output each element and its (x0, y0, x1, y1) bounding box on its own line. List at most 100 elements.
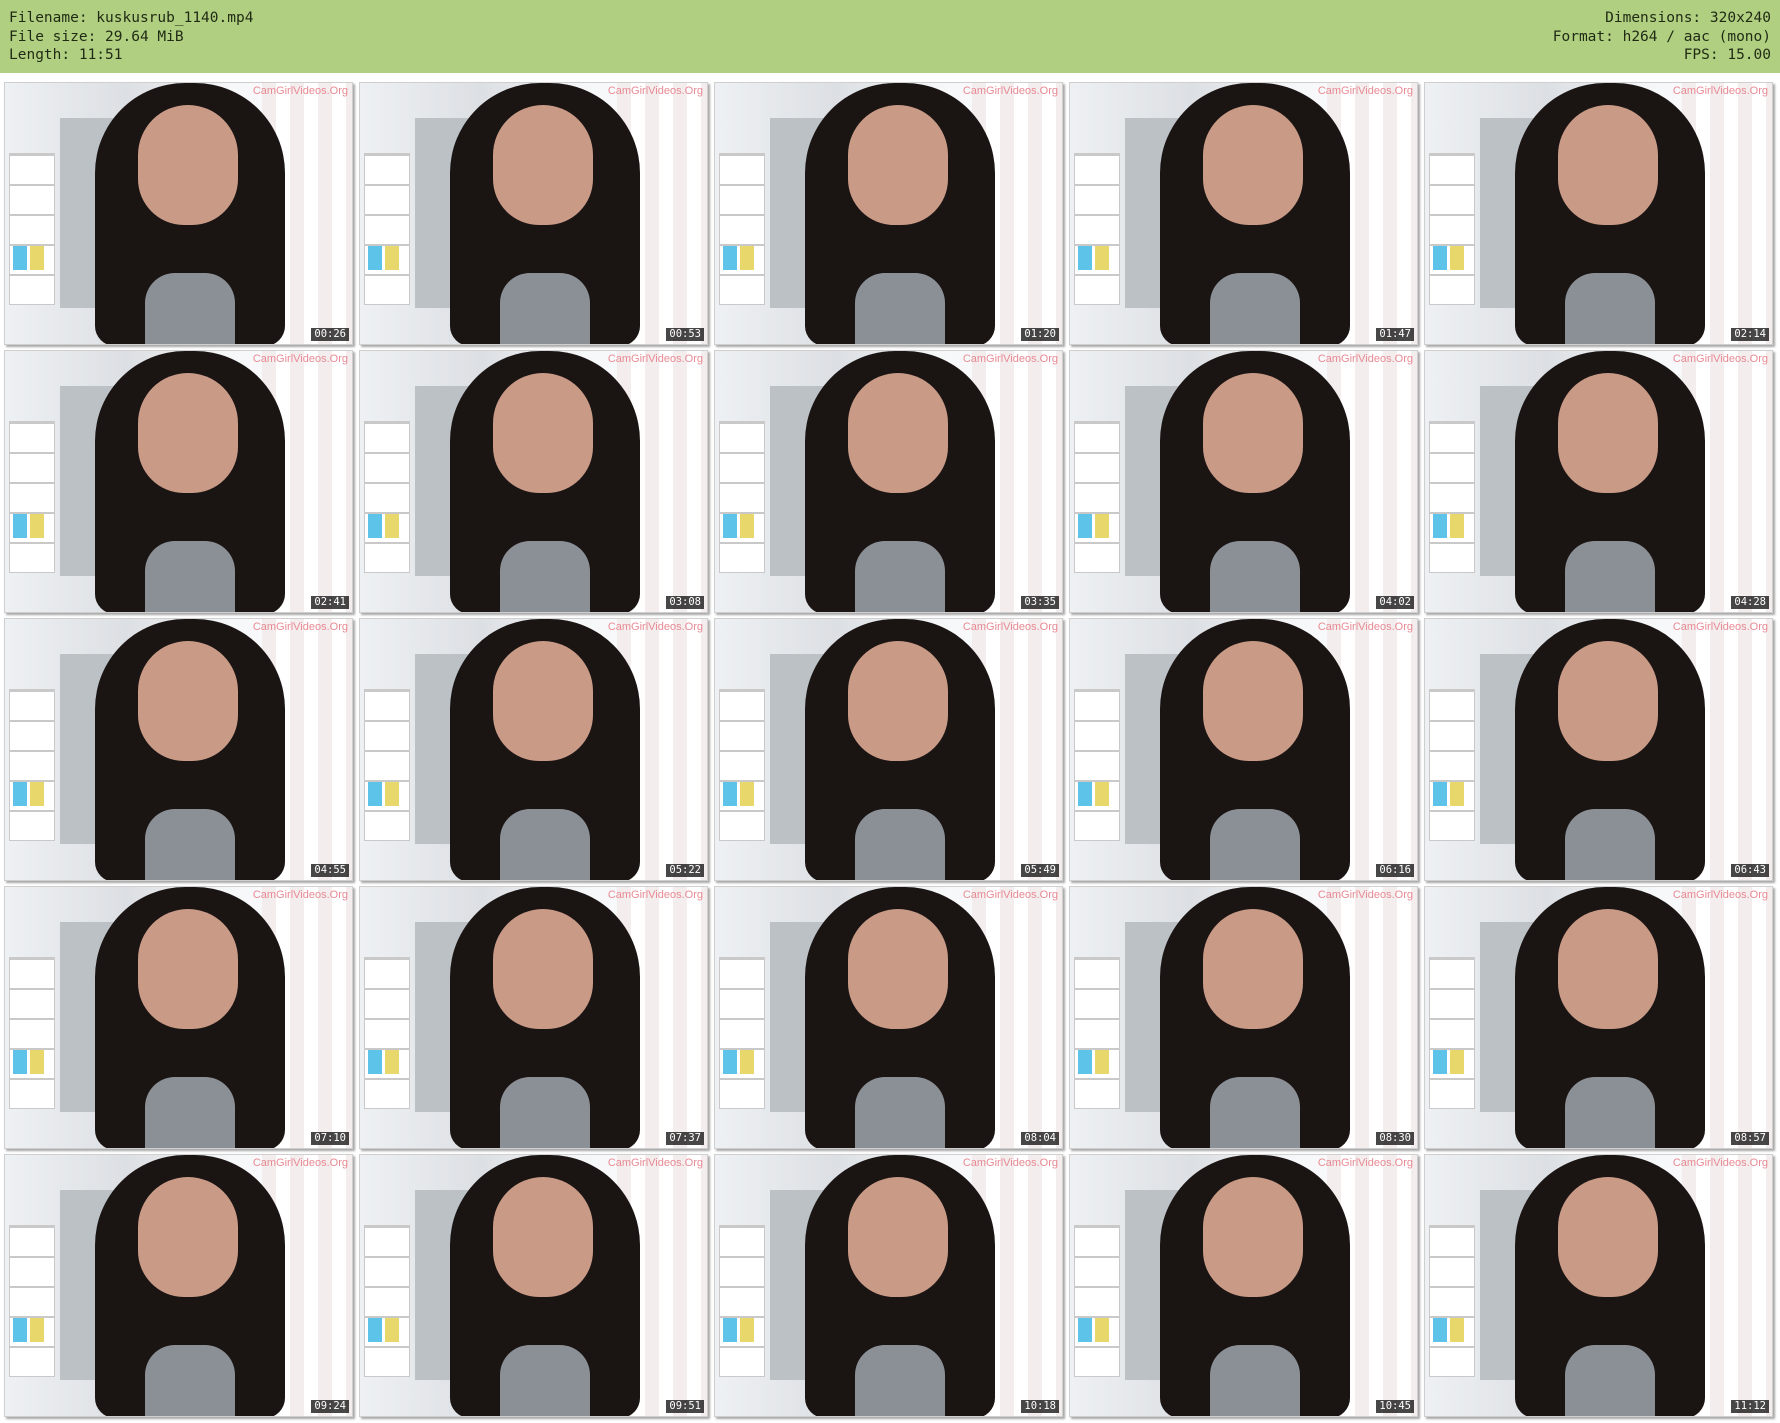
person-face-image (493, 909, 593, 1029)
video-thumbnail[interactable]: CamGirlVideos.Org 01:20 (714, 82, 1063, 345)
timestamp-label: 01:20 (1021, 328, 1059, 341)
bookshelf-image (9, 689, 55, 841)
watermark-text: CamGirlVideos.Org (1317, 621, 1413, 633)
bookshelf-image (1074, 153, 1120, 305)
person-clothing-image (1565, 541, 1655, 612)
format-text: Format: h264 / aac (mono) (1552, 28, 1771, 45)
video-thumbnail[interactable]: CamGirlVideos.Org 10:18 (714, 1154, 1063, 1417)
watermark-text: CamGirlVideos.Org (607, 621, 703, 633)
watermark-text: CamGirlVideos.Org (607, 353, 703, 365)
video-thumbnail[interactable]: CamGirlVideos.Org 06:16 (1069, 618, 1418, 881)
bookshelf-image (9, 1225, 55, 1377)
bookshelf-image (9, 421, 55, 573)
person-face-image (848, 909, 948, 1029)
video-thumbnail[interactable]: CamGirlVideos.Org 03:35 (714, 350, 1063, 613)
person-face-image (138, 641, 238, 761)
bookshelf-image (1074, 689, 1120, 841)
person-clothing-image (1210, 1077, 1300, 1148)
video-thumbnail[interactable]: CamGirlVideos.Org 07:37 (359, 886, 708, 1149)
timestamp-label: 07:10 (311, 1132, 349, 1145)
video-thumbnail[interactable]: CamGirlVideos.Org 00:53 (359, 82, 708, 345)
video-thumbnail[interactable]: CamGirlVideos.Org 08:57 (1424, 886, 1773, 1149)
person-clothing-image (500, 273, 590, 344)
video-thumbnail[interactable]: CamGirlVideos.Org 04:02 (1069, 350, 1418, 613)
person-face-image (1203, 373, 1303, 493)
watermark-text: CamGirlVideos.Org (607, 1157, 703, 1169)
person-face-image (848, 1177, 948, 1297)
video-thumbnail[interactable]: CamGirlVideos.Org 04:55 (4, 618, 353, 881)
timestamp-label: 05:22 (666, 864, 704, 877)
video-thumbnail[interactable]: CamGirlVideos.Org 05:22 (359, 618, 708, 881)
person-face-image (848, 641, 948, 761)
person-face-image (1203, 1177, 1303, 1297)
watermark-text: CamGirlVideos.Org (1672, 889, 1768, 901)
person-clothing-image (1210, 1345, 1300, 1416)
timestamp-label: 06:16 (1376, 864, 1414, 877)
person-clothing-image (500, 809, 590, 880)
bookshelf-image (364, 1225, 410, 1377)
person-clothing-image (145, 541, 235, 612)
video-thumbnail[interactable]: CamGirlVideos.Org 02:41 (4, 350, 353, 613)
video-thumbnail[interactable]: CamGirlVideos.Org 08:04 (714, 886, 1063, 1149)
person-clothing-image (1565, 809, 1655, 880)
person-face-image (493, 105, 593, 225)
video-thumbnail[interactable]: CamGirlVideos.Org 09:51 (359, 1154, 708, 1417)
person-face-image (1203, 105, 1303, 225)
person-face-image (138, 373, 238, 493)
watermark-text: CamGirlVideos.Org (1672, 353, 1768, 365)
video-thumbnail[interactable]: CamGirlVideos.Org 11:12 (1424, 1154, 1773, 1417)
video-thumbnail[interactable]: CamGirlVideos.Org 09:24 (4, 1154, 353, 1417)
person-face-image (1558, 641, 1658, 761)
bookshelf-image (1074, 421, 1120, 573)
bookshelf-image (364, 689, 410, 841)
timestamp-label: 08:30 (1376, 1132, 1414, 1145)
bookshelf-image (1429, 957, 1475, 1109)
video-thumbnail[interactable]: CamGirlVideos.Org 08:30 (1069, 886, 1418, 1149)
watermark-text: CamGirlVideos.Org (1672, 621, 1768, 633)
video-thumbnail[interactable]: CamGirlVideos.Org 02:14 (1424, 82, 1773, 345)
person-clothing-image (500, 541, 590, 612)
video-thumbnail[interactable]: CamGirlVideos.Org 00:26 (4, 82, 353, 345)
person-face-image (1558, 105, 1658, 225)
person-clothing-image (1565, 273, 1655, 344)
person-clothing-image (1210, 541, 1300, 612)
watermark-text: CamGirlVideos.Org (607, 85, 703, 97)
person-clothing-image (145, 273, 235, 344)
bookshelf-image (719, 689, 765, 841)
video-thumbnail[interactable]: CamGirlVideos.Org 10:45 (1069, 1154, 1418, 1417)
video-thumbnail[interactable]: CamGirlVideos.Org 07:10 (4, 886, 353, 1149)
filesize-text: File size: 29.64 MiB (9, 28, 184, 45)
timestamp-label: 09:51 (666, 1400, 704, 1413)
video-thumbnail[interactable]: CamGirlVideos.Org 03:08 (359, 350, 708, 613)
watermark-text: CamGirlVideos.Org (1672, 1157, 1768, 1169)
timestamp-label: 10:45 (1376, 1400, 1414, 1413)
video-thumbnail[interactable]: CamGirlVideos.Org 06:43 (1424, 618, 1773, 881)
person-face-image (1558, 1177, 1658, 1297)
person-clothing-image (1210, 273, 1300, 344)
bookshelf-image (1429, 421, 1475, 573)
watermark-text: CamGirlVideos.Org (252, 621, 348, 633)
video-thumbnail[interactable]: CamGirlVideos.Org 05:49 (714, 618, 1063, 881)
person-clothing-image (145, 1345, 235, 1416)
file-info-right: Dimensions: 320x240 Format: h264 / aac (… (1553, 9, 1771, 65)
person-face-image (848, 373, 948, 493)
bookshelf-image (9, 957, 55, 1109)
length-text: Length: 11:51 (9, 47, 123, 63)
person-face-image (1558, 373, 1658, 493)
person-clothing-image (145, 809, 235, 880)
watermark-text: CamGirlVideos.Org (962, 1157, 1058, 1169)
watermark-text: CamGirlVideos.Org (962, 353, 1058, 365)
bookshelf-image (719, 1225, 765, 1377)
watermark-text: CamGirlVideos.Org (1317, 1157, 1413, 1169)
timestamp-label: 08:04 (1021, 1132, 1059, 1145)
thumbnail-grid: CamGirlVideos.Org 00:26 CamGirlVideos.Org 0… (4, 82, 1773, 1417)
person-clothing-image (1210, 809, 1300, 880)
person-face-image (493, 1177, 593, 1297)
person-clothing-image (500, 1345, 590, 1416)
video-thumbnail[interactable]: CamGirlVideos.Org 04:28 (1424, 350, 1773, 613)
bookshelf-image (719, 421, 765, 573)
timestamp-label: 00:26 (311, 328, 349, 341)
watermark-text: CamGirlVideos.Org (962, 85, 1058, 97)
video-thumbnail[interactable]: CamGirlVideos.Org 01:47 (1069, 82, 1418, 345)
watermark-text: CamGirlVideos.Org (252, 889, 348, 901)
